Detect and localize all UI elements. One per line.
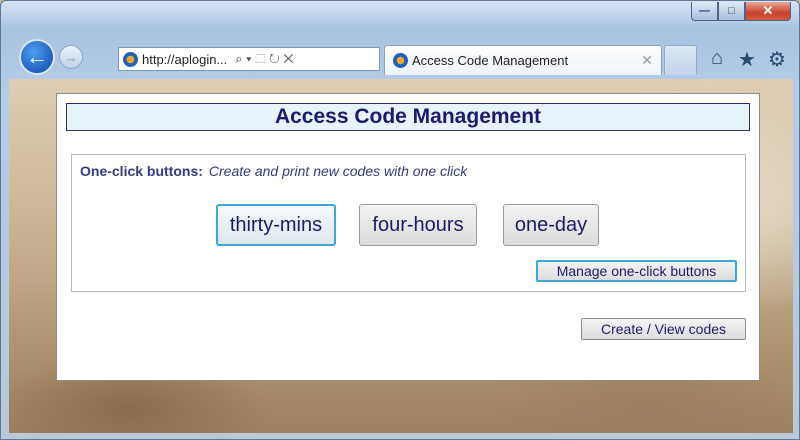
back-arrow-icon: ← bbox=[26, 44, 48, 69]
one-click-description: Create and print new codes with one clic… bbox=[208, 163, 468, 179]
back-button[interactable]: ← bbox=[19, 39, 55, 75]
close-button[interactable]: ✕ bbox=[745, 2, 791, 21]
tab-access-code-management[interactable]: Access Code Management ✕ bbox=[384, 45, 662, 75]
tab-favicon-icon bbox=[393, 53, 408, 68]
forward-button[interactable]: → bbox=[59, 45, 83, 69]
home-icon[interactable]: ⌂ bbox=[707, 47, 727, 72]
gear-icon[interactable]: ⚙ bbox=[767, 47, 787, 72]
one-day-button[interactable]: one-day bbox=[503, 204, 599, 246]
page-title: Access Code Management bbox=[66, 103, 750, 131]
minimize-button[interactable]: — bbox=[691, 2, 718, 21]
site-favicon-icon bbox=[123, 51, 138, 67]
maximize-button[interactable]: □ bbox=[718, 2, 745, 21]
title-bar bbox=[1, 1, 799, 27]
four-hours-button[interactable]: four-hours bbox=[359, 204, 477, 246]
create-view-codes-button[interactable]: Create / View codes bbox=[581, 318, 746, 340]
one-click-label: One-click buttons: bbox=[80, 163, 203, 179]
window-controls: — □ ✕ bbox=[691, 2, 791, 21]
one-click-panel: One-click buttons: Create and print new c… bbox=[71, 154, 746, 292]
manage-one-click-buttons-button[interactable]: Manage one-click buttons bbox=[536, 260, 737, 282]
address-bar-tools[interactable]: ⌕ ▾ ⬚ ↻ ✕ bbox=[235, 51, 293, 67]
forward-arrow-icon: → bbox=[64, 49, 78, 65]
access-code-page: Access Code Management One-click buttons… bbox=[56, 93, 760, 381]
one-click-caption: One-click buttons: Create and print new c… bbox=[80, 163, 467, 179]
address-url[interactable]: http://aplogin... bbox=[142, 52, 227, 67]
browser-toolbar-icons: ⌂ ★ ⚙ bbox=[707, 47, 787, 72]
thirty-mins-button[interactable]: thirty-mins bbox=[216, 204, 336, 246]
address-bar[interactable]: http://aplogin... ⌕ ▾ ⬚ ↻ ✕ bbox=[118, 47, 380, 71]
favorites-star-icon[interactable]: ★ bbox=[737, 47, 757, 72]
tab-title: Access Code Management bbox=[412, 53, 569, 68]
tab-close-icon[interactable]: ✕ bbox=[641, 52, 653, 69]
new-tab-button[interactable] bbox=[664, 45, 697, 75]
